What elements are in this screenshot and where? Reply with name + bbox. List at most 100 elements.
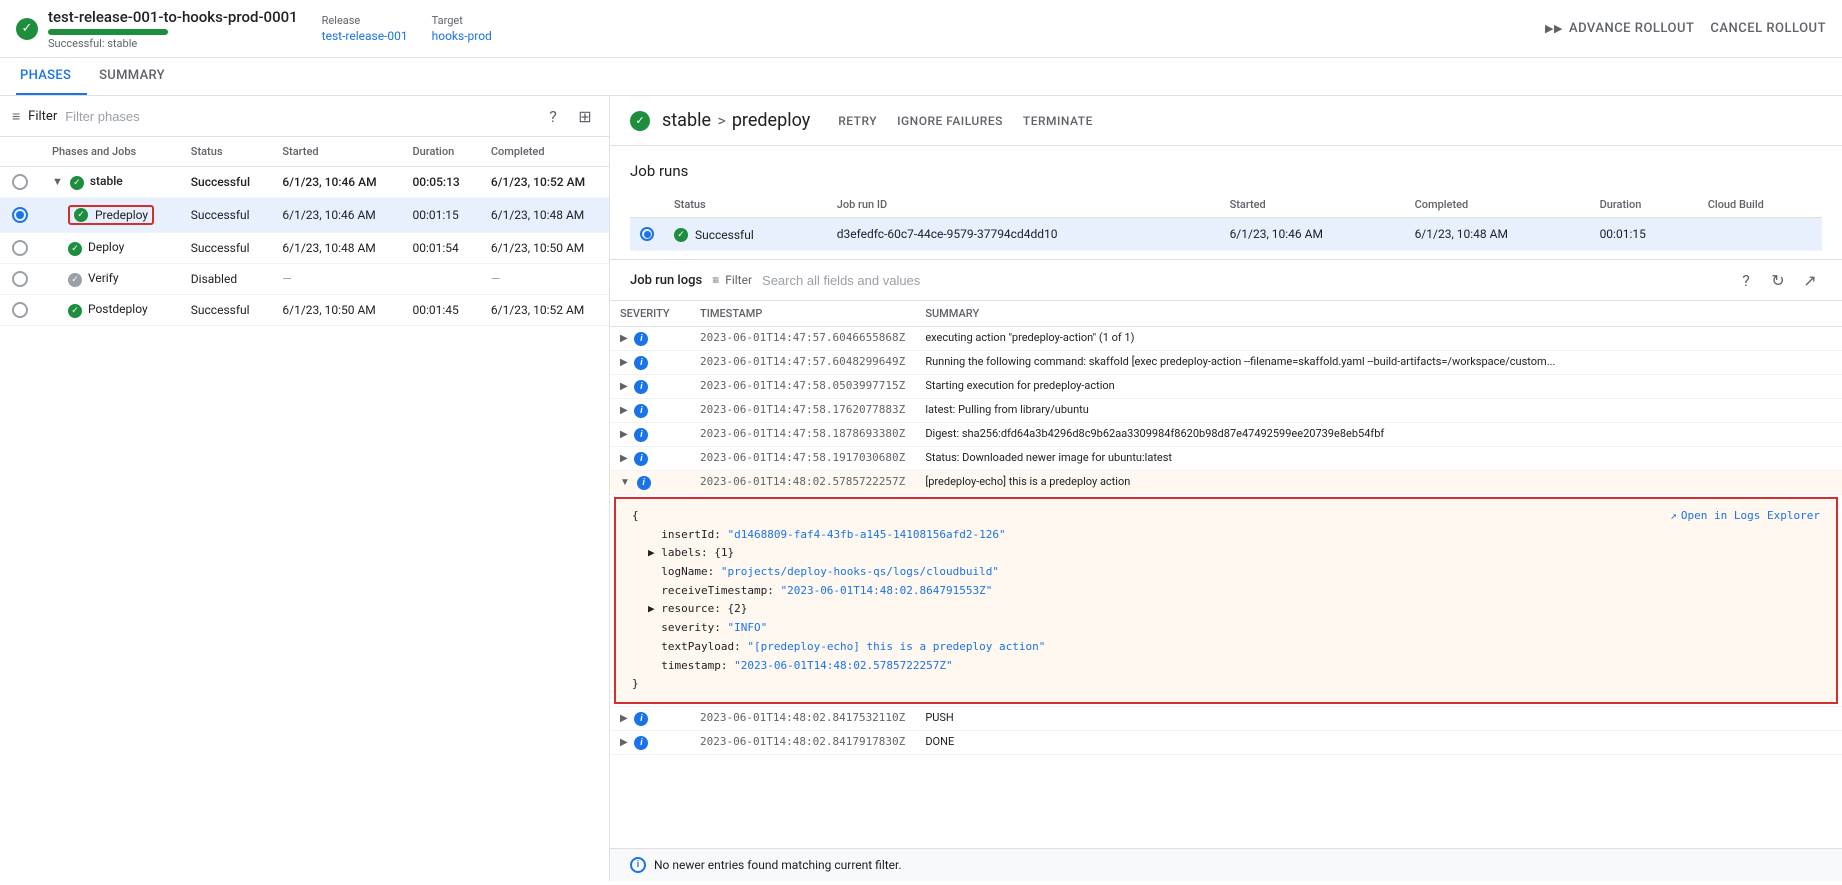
log-row[interactable]: ▶ i 2023-06-01T14:47:58.1762077883Z late… <box>610 399 1842 423</box>
log-row[interactable]: ▶ i 2023-06-01T14:47:57.6048299649Z Runn… <box>610 351 1842 375</box>
cancel-rollout-button[interactable]: CANCEL ROLLOUT <box>1710 21 1826 36</box>
log-summary-cell: Status: Downloaded newer image for ubunt… <box>915 447 1842 471</box>
predeploy-started: 6/1/23, 10:46 AM <box>270 198 400 233</box>
table-row[interactable]: ✓ Postdeploy Successful 6/1/23, 10:50 AM… <box>0 295 609 326</box>
retry-button[interactable]: RETRY <box>838 114 877 128</box>
log-val-receivetimestamp: "2023-06-01T14:48:02.864791553Z" <box>780 584 992 597</box>
run-started-cell: 6/1/23, 10:46 AM <box>1220 218 1405 251</box>
verify-cell: ✓ Verify <box>40 264 179 295</box>
col-radio-header <box>0 137 40 167</box>
deploy-completed: 6/1/23, 10:50 AM <box>479 233 609 264</box>
log-expand-icon[interactable]: ▶ <box>620 381 628 392</box>
predeploy-status: Successful <box>179 198 271 233</box>
terminate-button[interactable]: TERMINATE <box>1023 114 1093 128</box>
log-summary-text: DONE <box>925 735 954 748</box>
columns-icon[interactable]: ⊞ <box>573 104 597 128</box>
log-val-logname: "projects/deploy-hooks-qs/logs/cloudbuil… <box>721 565 999 578</box>
log-field-insertId: insertId: "d1468809-faf4-43fb-a145-14108… <box>632 526 1820 545</box>
row-radio-cell <box>0 295 40 326</box>
logs-refresh-icon[interactable]: ↻ <box>1766 268 1790 292</box>
log-expand-icon[interactable]: ▶ <box>620 713 628 724</box>
filter-input[interactable] <box>65 109 533 124</box>
ignore-failures-button[interactable]: IGNORE FAILURES <box>897 114 1003 128</box>
log-expand-icon[interactable]: ▼ <box>620 477 630 488</box>
run-col-id: Job run ID <box>827 192 1220 218</box>
log-expand-icon[interactable]: ▶ <box>620 357 628 368</box>
logs-external-link-icon[interactable]: ↗ <box>1798 268 1822 292</box>
row-radio[interactable] <box>12 240 28 256</box>
log-timestamp: 2023-06-01T14:47:58.1878693380Z <box>700 427 905 440</box>
log-row[interactable]: ▶ i 2023-06-01T14:47:57.6046655868Z exec… <box>610 327 1842 351</box>
log-expand-icon[interactable]: ▶ <box>620 405 628 416</box>
header-actions: ▶▶ ADVANCE ROLLOUT CANCEL ROLLOUT <box>1545 21 1826 36</box>
log-row[interactable]: ▶ i 2023-06-01T14:48:02.8417532110Z PUSH <box>610 706 1842 730</box>
log-timestamp-cell: 2023-06-01T14:48:02.5785722257Z <box>690 471 915 495</box>
right-phase-name: stable <box>662 110 711 131</box>
predeploy-box: ✓ Predeploy <box>68 205 154 225</box>
help-icon[interactable]: ? <box>541 104 565 128</box>
log-open-link[interactable]: ↗ Open in Logs Explorer <box>1670 507 1820 526</box>
job-run-row[interactable]: ✓ Successful d3efedfc-60c7-44ce-9579-377… <box>630 218 1822 251</box>
postdeploy-duration: 00:01:45 <box>400 295 478 326</box>
log-row[interactable]: ▶ i 2023-06-01T14:47:58.1917030680Z Stat… <box>610 447 1842 471</box>
expand-arrow-icon[interactable]: ▼ <box>52 175 63 188</box>
verify-status-icon: ✓ <box>68 273 82 287</box>
row-radio[interactable] <box>12 271 28 287</box>
logs-search-input[interactable] <box>762 273 1724 288</box>
log-row[interactable]: ▶ i 2023-06-01T14:47:58.0503997715Z Star… <box>610 375 1842 399</box>
log-expand-icon[interactable]: ▶ <box>620 333 628 344</box>
log-timestamp: 2023-06-01T14:48:02.5785722257Z <box>700 475 905 488</box>
log-summary-cell: Starting execution for predeploy-action <box>915 375 1842 399</box>
row-radio[interactable] <box>12 174 28 190</box>
table-row[interactable]: ✓ Deploy Successful 6/1/23, 10:48 AM 00:… <box>0 233 609 264</box>
log-expand-icon[interactable]: ▶ <box>620 453 628 464</box>
row-radio-cell <box>0 264 40 295</box>
log-expand-icon-labels[interactable]: ▶ <box>648 546 655 559</box>
advance-arrows-icon: ▶▶ <box>1545 22 1563 35</box>
logs-header-actions: ? ↻ ↗ <box>1734 268 1822 292</box>
log-summary-cell: [predeploy-echo] this is a predeploy act… <box>915 471 1842 495</box>
row-radio-selected[interactable] <box>12 207 28 223</box>
log-row[interactable]: ▶ i 2023-06-01T14:48:02.8417917830Z DONE <box>610 730 1842 754</box>
tab-summary[interactable]: SUMMARY <box>95 58 181 95</box>
log-summary-text: PUSH <box>925 711 953 724</box>
log-info-icon: i <box>634 356 648 370</box>
run-col-radio <box>630 192 664 218</box>
run-radio-selected[interactable] <box>640 227 654 241</box>
log-expand-icon[interactable]: ▶ <box>620 737 628 748</box>
log-timestamp-cell: 2023-06-01T14:47:57.6048299649Z <box>690 351 915 375</box>
advance-rollout-button[interactable]: ▶▶ ADVANCE ROLLOUT <box>1545 21 1694 36</box>
progress-bar <box>48 29 168 35</box>
footer-text: No newer entries found matching current … <box>654 858 902 872</box>
phase-status-cell: Successful <box>179 167 271 198</box>
col-completed-header: Completed <box>479 137 609 167</box>
filter-bar: ≡ Filter ? ⊞ <box>0 96 609 137</box>
release-link[interactable]: test-release-001 <box>322 29 408 43</box>
table-row[interactable]: ✓ Predeploy Successful 6/1/23, 10:46 AM … <box>0 198 609 233</box>
table-row[interactable]: ✓ Verify Disabled — — <box>0 264 609 295</box>
logs-filter-icon: ≡ <box>712 273 719 287</box>
verify-duration <box>400 264 478 295</box>
logs-help-icon[interactable]: ? <box>1734 268 1758 292</box>
run-status-icon: ✓ <box>674 228 688 242</box>
tab-phases[interactable]: PHASES <box>16 58 87 95</box>
filter-icon: ≡ <box>12 108 20 125</box>
log-row-expanded-header[interactable]: ▼ i 2023-06-01T14:48:02.5785722257Z [pre… <box>610 471 1842 495</box>
advance-rollout-label: ADVANCE ROLLOUT <box>1569 21 1694 36</box>
log-expand-icon-resource[interactable]: ▶ <box>648 602 655 615</box>
release-name-block: test-release-001-to-hooks-prod-0001 Succ… <box>48 8 298 50</box>
logs-header: Job run logs ≡ Filter ? ↻ ↗ <box>610 260 1842 301</box>
target-link[interactable]: hooks-prod <box>432 29 492 43</box>
table-row[interactable]: ▼ ✓ stable Successful 6/1/23, 10:46 AM 0… <box>0 167 609 198</box>
log-summary-text: Digest: sha256:dfd64a3b4296d8c9b62aa3309… <box>925 427 1384 440</box>
deploy-status: Successful <box>179 233 271 264</box>
log-field-severity: severity: "INFO" <box>632 619 1820 638</box>
log-expand-icon[interactable]: ▶ <box>620 429 628 440</box>
log-col-summary: SUMMARY <box>915 301 1842 327</box>
log-row[interactable]: ▶ i 2023-06-01T14:47:58.1878693380Z Dige… <box>610 423 1842 447</box>
log-severity-cell: ▶ i <box>610 423 690 447</box>
row-radio[interactable] <box>12 302 28 318</box>
log-timestamp: 2023-06-01T14:47:58.1917030680Z <box>700 451 905 464</box>
log-summary-cell: Running the following command: skaffold … <box>915 351 1842 375</box>
log-info-icon: i <box>634 736 648 750</box>
